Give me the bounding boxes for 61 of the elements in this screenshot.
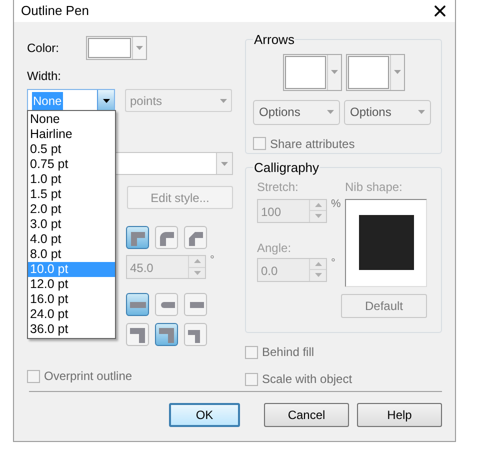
corner-button[interactable] [184,226,207,249]
options-button[interactable]: Options [344,100,431,124]
checkbox-label: Behind fill [262,344,314,361]
corner-button[interactable] [126,226,149,249]
nib-shape-label: Nib shape: [345,178,404,196]
color-picker[interactable] [86,36,147,60]
dropdown-option[interactable]: 36.0 pt [28,322,115,337]
dropdown-option[interactable]: 3.0 pt [28,217,115,232]
dropdown-option[interactable]: 24.0 pt [28,307,115,322]
window-title: Outline Pen [21,2,89,20]
caret-icon [418,110,425,114]
cap-button[interactable] [155,293,178,316]
checkbox-label: Share attributes [270,136,355,152]
dialog-button[interactable]: Help [357,403,442,427]
arrowhead-picker[interactable] [346,54,404,90]
caret-icon [136,46,143,50]
position-button[interactable] [184,323,207,346]
dropdown-option[interactable]: 0.75 pt [28,157,115,172]
checkbox[interactable] [245,372,258,386]
dropdown-option[interactable]: Hairline [28,127,115,142]
caret-icon [327,110,334,114]
arrowhead-picker[interactable] [282,54,342,90]
caret-icon [102,98,110,102]
corner-button[interactable] [155,226,178,249]
dropdown-option[interactable]: None [28,112,115,127]
group-title: Calligraphy [253,159,320,177]
unit-label: ° [331,258,336,268]
cap-button[interactable] [126,293,149,316]
width-label: Width: [27,68,62,85]
dialog-button[interactable]: OK [169,403,240,427]
cap-square-icon [128,300,148,308]
checkbox-label: Overprint outline [44,368,132,385]
options-button[interactable]: Options [253,100,340,124]
caret-icon [220,98,227,102]
dropdown-option[interactable]: 8.0 pt [28,247,115,262]
width-value: None [32,92,63,110]
dropdown-option[interactable]: 16.0 pt [28,292,115,307]
dropdown-option[interactable]: 0.5 pt [28,142,115,157]
dialog-button[interactable]: Cancel [264,403,349,427]
checkbox-label: Scale with object [262,371,352,388]
checkbox[interactable] [245,346,258,358]
position-button[interactable] [155,323,178,346]
group-title: Arrows [253,31,296,49]
dropdown-option[interactable]: 2.0 pt [28,202,115,217]
caret-icon [394,70,400,74]
cap-button[interactable] [184,293,207,316]
stretch-label: Stretch: [257,178,300,196]
dropdown-option[interactable]: 1.0 pt [28,172,115,187]
angle-label: Angle: [257,240,292,256]
dropdown-option[interactable]: 4.0 pt [28,232,115,247]
nib-shape-icon [358,215,414,270]
caret-icon [221,162,228,166]
dropdown-option[interactable]: 12.0 pt [28,277,115,292]
color-label: Color: [27,40,60,57]
unit-label: % [331,198,341,210]
caret-icon [330,70,338,74]
unit-label: ° [210,255,214,266]
checkbox[interactable] [253,137,266,150]
position-button[interactable] [126,323,149,346]
dropdown-option[interactable]: 1.5 pt [28,187,115,202]
checkbox[interactable] [27,370,40,382]
